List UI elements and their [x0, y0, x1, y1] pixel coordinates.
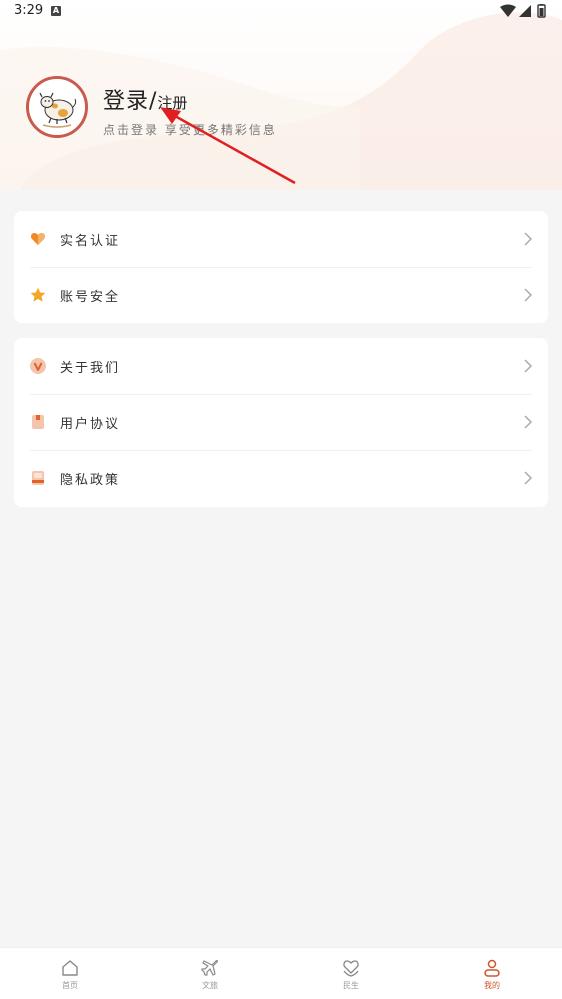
menu-card-info: 关于我们 用户协议 隐私政策	[14, 338, 548, 507]
nav-label-travel: 文旅	[202, 981, 218, 990]
chevron-right-icon	[524, 232, 532, 246]
menu-label-real-name: 实名认证	[60, 234, 121, 249]
nav-label-home: 首页	[62, 981, 78, 990]
chevron-right-icon	[524, 359, 532, 373]
star-icon	[30, 287, 46, 302]
menu-item-account-security[interactable]: 账号安全	[14, 267, 548, 323]
heart-hands-icon	[343, 960, 359, 977]
cow-mascot-icon	[29, 79, 85, 135]
status-bar: 3:29 A	[0, 0, 562, 24]
nav-item-home[interactable]: 首页	[45, 958, 95, 994]
chevron-right-icon	[524, 471, 532, 485]
signal-icon	[519, 5, 531, 17]
bottom-nav: 首页 文旅 民生 我的	[0, 947, 562, 999]
register-label[interactable]: 注册	[157, 94, 187, 112]
nav-label-mine: 我的	[484, 981, 500, 990]
login-hint: 点击登录 享受更多精彩信息	[103, 123, 277, 137]
chevron-right-icon	[524, 288, 532, 302]
avatar[interactable]	[26, 76, 88, 138]
heart-icon	[30, 233, 46, 245]
chevron-right-icon	[524, 415, 532, 429]
menu-item-about-us[interactable]: 关于我们	[14, 338, 548, 394]
home-icon	[62, 960, 78, 976]
menu-label-user-agreement: 用户协议	[60, 417, 121, 432]
login-register-link[interactable]: 登录/注册	[103, 83, 187, 114]
nav-item-mine[interactable]: 我的	[467, 958, 517, 994]
wifi-icon	[500, 4, 516, 17]
v-badge-icon	[30, 358, 46, 374]
menu-label-privacy-policy: 隐私政策	[60, 473, 121, 488]
menu-label-about-us: 关于我们	[60, 361, 121, 376]
menu-label-account-security: 账号安全	[60, 290, 121, 305]
nav-label-livelihood: 民生	[343, 981, 359, 990]
book-icon	[32, 471, 44, 485]
status-time: 3:29	[14, 3, 44, 18]
nav-item-livelihood[interactable]: 民生	[326, 958, 376, 994]
menu-item-real-name[interactable]: 实名认证	[14, 211, 548, 267]
menu-card-account: 实名认证 账号安全	[14, 211, 548, 323]
login-label[interactable]: 登录/	[103, 89, 157, 114]
battery-icon	[537, 4, 546, 18]
airplane-icon	[201, 959, 219, 976]
menu-item-privacy-policy[interactable]: 隐私政策	[14, 450, 548, 506]
document-icon	[32, 415, 44, 429]
nav-item-travel[interactable]: 文旅	[185, 958, 235, 994]
notification-icon: A	[51, 6, 61, 16]
menu-item-user-agreement[interactable]: 用户协议	[14, 394, 548, 450]
user-icon	[484, 959, 500, 977]
